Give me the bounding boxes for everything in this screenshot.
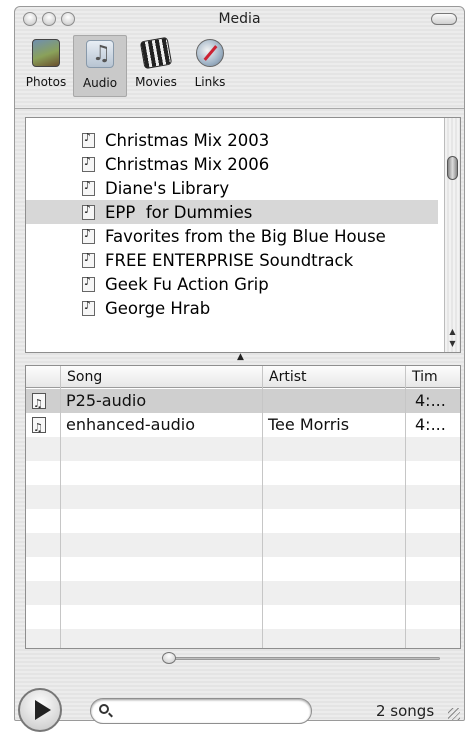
playlist-icon	[82, 227, 95, 244]
links-icon	[196, 39, 224, 67]
playlist-icon	[82, 155, 95, 172]
library-item[interactable]: Christmas Mix 2006	[26, 152, 438, 176]
songs-table[interactable]: Song Artist Tim P25-audio 4:... enhanced…	[25, 365, 461, 649]
song-cell-artist	[262, 389, 405, 413]
table-row[interactable]: P25-audio 4:...	[26, 389, 460, 413]
empty-row	[26, 557, 460, 581]
play-button[interactable]	[18, 688, 62, 732]
library-list[interactable]: Christmas Mix 2003 Christmas Mix 2006 Di…	[25, 117, 461, 353]
audio-file-icon	[32, 392, 46, 413]
empty-row	[26, 485, 460, 509]
tab-links[interactable]: Links	[183, 35, 237, 97]
splitter-handle-icon[interactable]: ▲	[237, 352, 244, 362]
audio-icon	[86, 40, 114, 68]
tab-photos-label: Photos	[25, 75, 67, 89]
library-item[interactable]: George Hrab	[26, 296, 438, 320]
toolbar-toggle-button[interactable]	[431, 13, 457, 25]
song-cell-artist: Tee Morris	[268, 415, 350, 434]
resize-grip-icon[interactable]	[448, 708, 460, 720]
toolbar: Photos Audio Movies Links	[15, 31, 464, 109]
song-cell-kind	[26, 413, 60, 437]
playlist-icon	[82, 299, 95, 316]
library-item-label: Geek Fu Action Grip	[105, 274, 269, 294]
window-title: Media	[218, 11, 261, 27]
playlist-icon	[82, 131, 95, 148]
library-item[interactable]: Favorites from the Big Blue House	[26, 224, 438, 248]
playlist-icon	[82, 203, 95, 220]
scroll-down-arrow-icon[interactable]: ▼	[447, 338, 458, 350]
tab-movies[interactable]: Movies	[129, 35, 183, 97]
audio-file-icon	[32, 416, 46, 437]
movies-icon	[139, 36, 173, 70]
scroll-up-arrow-icon[interactable]: ▲	[447, 326, 458, 338]
song-cell-kind	[26, 389, 60, 413]
tab-audio[interactable]: Audio	[73, 35, 127, 97]
table-row[interactable]: enhanced-audio Tee Morris 4:...	[26, 413, 460, 437]
tab-audio-label: Audio	[82, 76, 118, 90]
library-item-label: Christmas Mix 2003	[105, 130, 270, 150]
song-count: 2 songs	[376, 702, 435, 720]
column-divider	[60, 366, 61, 648]
tab-links-label: Links	[194, 75, 226, 89]
media-window: Media Photos Audio Movies Links Christma…	[14, 6, 465, 721]
library-item-label: EPP for Dummies	[105, 202, 253, 222]
playlist-icon	[82, 179, 95, 196]
empty-row	[26, 437, 460, 461]
library-item-label: FREE ENTERPRISE Soundtrack	[105, 250, 354, 270]
library-item-label: Favorites from the Big Blue House	[105, 226, 386, 246]
library-item[interactable]: Geek Fu Action Grip	[26, 272, 438, 296]
empty-row	[26, 629, 460, 648]
tab-photos[interactable]: Photos	[19, 35, 73, 97]
song-cell-title: P25-audio	[66, 391, 147, 410]
empty-row	[26, 581, 460, 605]
photos-icon	[32, 39, 60, 67]
playlist-icon	[82, 275, 95, 292]
tab-movies-label: Movies	[135, 75, 177, 89]
library-item[interactable]: Christmas Mix 2003	[26, 128, 438, 152]
column-header-time[interactable]: Tim	[405, 366, 460, 388]
songs-table-header: Song Artist Tim	[26, 366, 460, 388]
song-cell-time: 4:...	[415, 391, 446, 410]
playlist-icon	[82, 251, 95, 268]
song-cell-time: 4:...	[415, 415, 446, 434]
empty-row	[26, 533, 460, 557]
search-icon	[99, 704, 109, 714]
song-cell-title: enhanced-audio	[66, 415, 195, 434]
column-divider	[262, 366, 263, 648]
library-item[interactable]: Diane's Library	[26, 176, 438, 200]
library-item-label: Diane's Library	[105, 178, 230, 198]
column-divider	[405, 366, 406, 648]
library-item-label: Christmas Mix 2006	[105, 154, 270, 174]
library-item-label: George Hrab	[105, 298, 211, 318]
slider-track[interactable]	[170, 657, 440, 660]
search-field[interactable]	[90, 698, 312, 724]
library-scrollbar[interactable]: ▲ ▼	[444, 118, 460, 352]
empty-row	[26, 605, 460, 629]
empty-row	[26, 509, 460, 533]
empty-row	[26, 461, 460, 485]
size-slider[interactable]	[162, 652, 442, 664]
library-item[interactable]: FREE ENTERPRISE Soundtrack	[26, 248, 438, 272]
title-bar[interactable]: Media	[15, 7, 464, 31]
column-header-song[interactable]: Song	[60, 366, 262, 388]
column-header-kind[interactable]	[26, 366, 60, 388]
slider-knob[interactable]	[162, 652, 176, 664]
library-item-selected[interactable]: EPP for Dummies	[26, 200, 438, 224]
search-input[interactable]	[117, 702, 303, 720]
column-header-artist[interactable]: Artist	[262, 366, 405, 388]
scroll-thumb[interactable]	[447, 156, 458, 180]
